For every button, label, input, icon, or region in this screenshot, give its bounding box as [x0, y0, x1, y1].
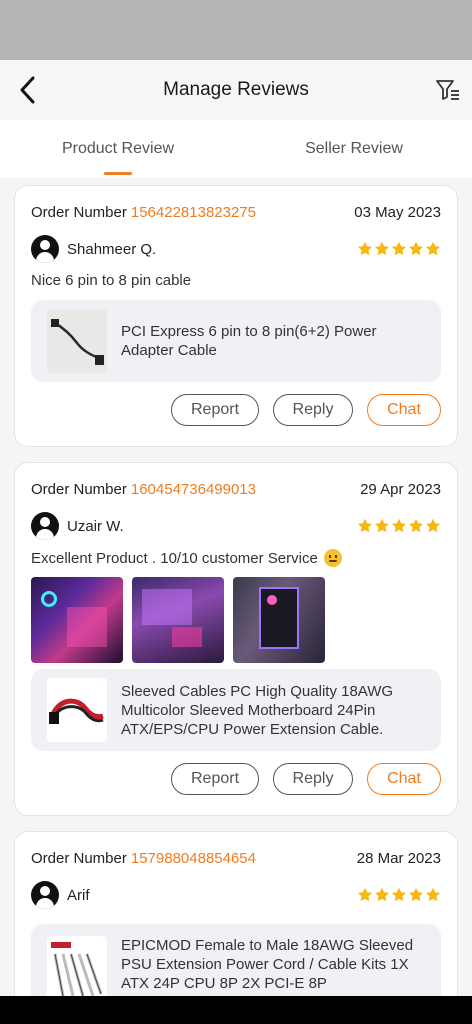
star-icon [391, 887, 407, 902]
tab-product-review[interactable]: Product Review [0, 120, 236, 178]
review-card: Order Number 156422813823275 03 May 2023 … [14, 185, 458, 447]
order-label: Order Number [31, 481, 127, 498]
star-icon [408, 887, 424, 902]
star-icon [357, 241, 373, 256]
review-photo[interactable] [132, 577, 224, 663]
report-button[interactable]: Report [171, 763, 259, 795]
product-thumbnail [47, 309, 107, 373]
review-photo[interactable] [31, 577, 123, 663]
star-icon [374, 518, 390, 533]
status-bar [0, 0, 472, 60]
review-date: 29 Apr 2023 [360, 481, 441, 498]
star-rating [357, 887, 441, 903]
product-thumbnail [47, 936, 107, 996]
tab-seller-review[interactable]: Seller Review [236, 120, 472, 178]
review-comment: Excellent Product . 10/10 customer Servi… [31, 549, 441, 567]
product-title: EPICMOD Female to Male 18AWG Sleeved PSU… [121, 937, 414, 992]
avatar [31, 235, 59, 263]
product-thumbnail [47, 678, 107, 742]
page-title: Manage Reviews [163, 79, 309, 100]
back-button[interactable] [10, 72, 46, 108]
star-icon [425, 241, 441, 256]
product-summary[interactable]: EPICMOD Female to Male 18AWG Sleeved PSU… [31, 924, 441, 996]
product-title: PCI Express 6 pin to 8 pin(6+2) Power Ad… [121, 323, 377, 359]
reviewer-name: Arif [67, 886, 90, 904]
slight-smile-emoji-icon [323, 549, 342, 567]
star-rating [357, 241, 441, 257]
star-icon [357, 887, 373, 902]
review-photos [31, 577, 325, 663]
order-row: Order Number 157988048854654 28 Mar 2023 [31, 850, 441, 867]
order-label: Order Number [31, 850, 127, 867]
filter-button[interactable] [432, 74, 464, 106]
reply-button[interactable]: Reply [273, 763, 353, 795]
star-icon [357, 518, 373, 533]
chat-button[interactable]: Chat [367, 394, 441, 426]
reviewer-row: Shahmeer Q. [31, 234, 441, 264]
report-button[interactable]: Report [171, 394, 259, 426]
star-icon [425, 518, 441, 533]
order-row: Order Number 160454736499013 29 Apr 2023 [31, 481, 441, 498]
order-label: Order Number [31, 204, 127, 221]
star-icon [408, 241, 424, 256]
star-rating [357, 518, 441, 534]
product-summary[interactable]: PCI Express 6 pin to 8 pin(6+2) Power Ad… [31, 300, 441, 382]
product-title: Sleeved Cables PC High Quality 18AWG Mul… [121, 682, 394, 738]
chevron-left-icon [20, 76, 35, 104]
star-icon [374, 241, 390, 256]
product-summary[interactable]: Sleeved Cables PC High Quality 18AWG Mul… [31, 669, 441, 751]
avatar [31, 512, 59, 540]
reply-button[interactable]: Reply [273, 394, 353, 426]
order-row: Order Number 156422813823275 03 May 2023 [31, 204, 441, 221]
review-comment: Nice 6 pin to 8 pin cable [31, 272, 441, 289]
reviewer-name: Shahmeer Q. [67, 240, 157, 258]
star-icon [391, 518, 407, 533]
reviewer-row: Arif [31, 880, 441, 910]
star-icon [408, 518, 424, 533]
star-icon [425, 887, 441, 902]
order-number[interactable]: 160454736499013 [131, 481, 256, 498]
system-navigation-bar [0, 996, 472, 1024]
chat-button[interactable]: Chat [367, 763, 441, 795]
reviewer-row: Uzair W. [31, 511, 441, 541]
app-header: Manage Reviews [0, 60, 472, 120]
review-actions: Report Reply Chat [171, 763, 441, 795]
review-card: Order Number 160454736499013 29 Apr 2023 … [14, 462, 458, 816]
review-photo[interactable] [233, 577, 325, 663]
review-comment-text: Nice 6 pin to 8 pin cable [31, 272, 192, 289]
star-icon [391, 241, 407, 256]
reviewer-name: Uzair W. [67, 517, 124, 535]
review-date: 03 May 2023 [354, 204, 441, 221]
order-number[interactable]: 157988048854654 [131, 850, 256, 867]
filter-icon [436, 80, 459, 100]
review-date: 28 Mar 2023 [356, 850, 441, 867]
order-number[interactable]: 156422813823275 [131, 204, 256, 221]
review-list[interactable]: Order Number 156422813823275 03 May 2023 … [0, 178, 472, 996]
star-icon [374, 887, 390, 902]
review-actions: Report Reply Chat [171, 394, 441, 426]
avatar [31, 881, 59, 909]
review-card: Order Number 157988048854654 28 Mar 2023 … [14, 831, 458, 996]
review-comment-text: Excellent Product . 10/10 customer Servi… [31, 549, 318, 567]
review-tabs: Product Review Seller Review [0, 120, 472, 178]
